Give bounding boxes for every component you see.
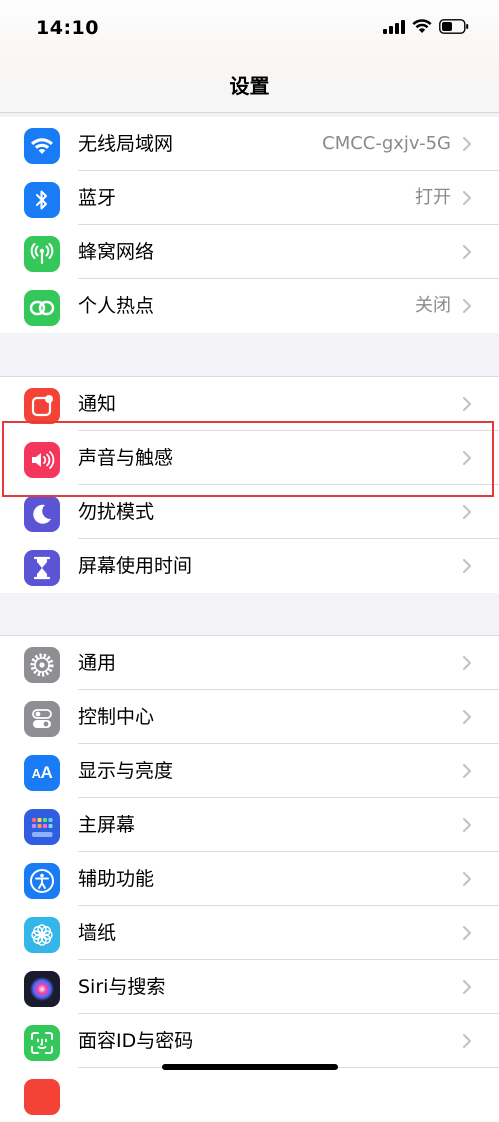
flower-icon [24,917,60,953]
settings-row-control-center[interactable]: 控制中心 [0,690,499,744]
chevron-right-icon [462,136,472,152]
moon-icon [24,496,60,532]
settings-row-label: 个人热点 [78,295,155,317]
bluetooth-icon [24,182,60,218]
settings-row-wifi[interactable]: 无线局域网 CMCC-gxjv-5G [0,117,499,171]
chevron-right-icon [462,925,472,941]
settings-row-siri-search[interactable]: Siri与搜索 [0,960,499,1014]
settings-row-label: 主屏幕 [78,814,136,836]
bluetooth-status-value: 打开 [415,187,451,208]
text-size-icon: AA [24,755,60,791]
settings-row-label: 通知 [78,393,117,415]
settings-row-display-brightness[interactable]: AA 显示与亮度 [0,744,499,798]
gear-icon [24,647,60,683]
wifi-icon [24,128,60,164]
settings-row-label: 蜂窝网络 [78,241,155,263]
settings-row-label: 辅助功能 [78,868,155,890]
settings-row-label: 通用 [78,652,117,674]
chevron-right-icon [462,817,472,833]
chevron-right-icon [462,709,472,725]
siri-icon [24,971,60,1007]
chevron-right-icon [462,655,472,671]
chevron-right-icon [462,871,472,887]
settings-row-label: 蓝牙 [78,187,117,209]
hotspot-icon [24,290,60,326]
settings-row-general[interactable]: 通用 [0,636,499,690]
page-title: 设置 [229,74,270,98]
notification-icon [24,388,60,424]
settings-row-label: 面容ID与密码 [78,1030,194,1052]
settings-row-partial [0,1068,499,1122]
chevron-right-icon [462,558,472,574]
chevron-right-icon [462,396,472,412]
sos-icon [24,1079,60,1115]
chevron-right-icon [462,298,472,314]
hotspot-status-value: 关闭 [415,295,451,316]
settings-row-label: 控制中心 [78,706,155,728]
antenna-icon [24,236,60,272]
settings-row-label: Siri与搜索 [78,976,166,998]
signal-icon [383,19,405,34]
settings-group-general: 通用 控制中心 AA 显示与亮度 主屏幕 辅助功能 墙纸 Siri与搜索 面容I… [0,635,499,1122]
settings-row-face-id-passcode[interactable]: 面容ID与密码 [0,1014,499,1068]
settings-row-label: 勿扰模式 [78,501,155,523]
chevron-right-icon [462,190,472,206]
face-id-icon [24,1025,60,1061]
home-grid-icon [24,809,60,845]
chevron-right-icon [462,979,472,995]
chevron-right-icon [462,763,472,779]
settings-row-label: 墙纸 [78,922,117,944]
home-indicator[interactable] [162,1064,338,1070]
settings-row-label: 显示与亮度 [78,760,174,782]
accessibility-icon [24,863,60,899]
settings-row-hotspot[interactable]: 个人热点 关闭 [0,279,499,333]
settings-row-bluetooth[interactable]: 蓝牙 打开 [0,171,499,225]
navigation-bar: 14:10 设置 [0,0,499,113]
wifi-network-value: CMCC-gxjv-5G [322,133,451,154]
hourglass-icon [24,550,60,586]
wifi-status-icon [412,19,432,33]
chevron-right-icon [462,244,472,260]
highlight-box [2,421,494,497]
settings-row-wallpaper[interactable]: 墙纸 [0,906,499,960]
settings-group-connectivity: 无线局域网 CMCC-gxjv-5G 蓝牙 打开 蜂窝网络 个人热点 关闭 [0,117,499,333]
battery-icon [439,19,469,34]
settings-row-home-screen[interactable]: 主屏幕 [0,798,499,852]
chevron-right-icon [462,504,472,520]
settings-row-label: 无线局域网 [78,133,174,155]
chevron-right-icon [462,1033,472,1049]
settings-row-screen-time[interactable]: 屏幕使用时间 [0,539,499,593]
status-icons [383,19,469,34]
toggles-icon [24,701,60,737]
status-time: 14:10 [36,17,99,39]
settings-row-label: 屏幕使用时间 [78,555,193,577]
settings-row-cellular[interactable]: 蜂窝网络 [0,225,499,279]
settings-row-accessibility[interactable]: 辅助功能 [0,852,499,906]
